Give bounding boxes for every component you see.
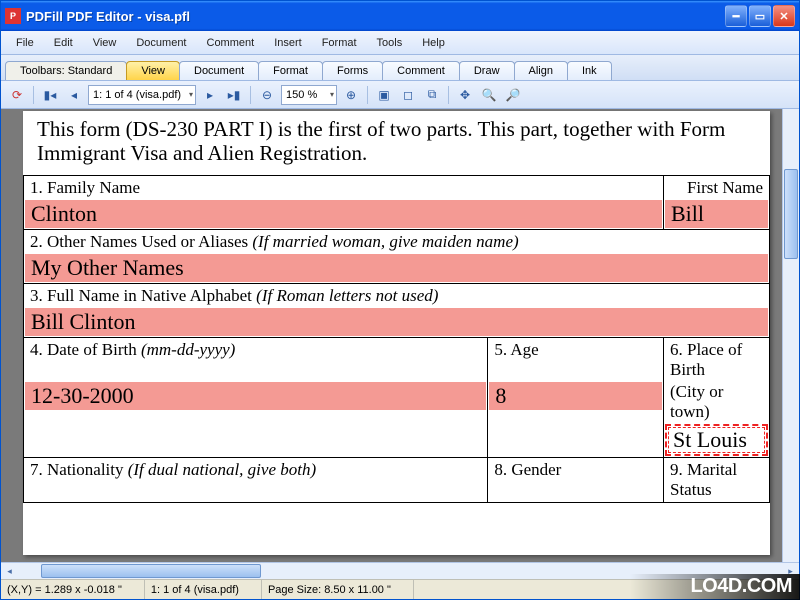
tab-align[interactable]: Align: [514, 61, 568, 80]
toolbar-tabs: Toolbars: Standard View Document Format …: [1, 55, 799, 81]
toolbar-row: ⟳ ▮◂ ◂ 1: 1 of 4 (visa.pdf)▾ ▸ ▸▮ ⊖ 150 …: [1, 81, 799, 109]
field-native-name[interactable]: Bill Clinton: [25, 308, 768, 336]
label-first-name: First Name: [664, 176, 769, 200]
window-title: PDFill PDF Editor - visa.pfl: [26, 9, 725, 24]
window-titlebar: P PDFill PDF Editor - visa.pfl ━ ▭ ✕: [1, 1, 799, 31]
document-viewport[interactable]: This form (DS-230 PART I) is the first o…: [1, 109, 799, 562]
field-dob[interactable]: 12-30-2000: [25, 382, 486, 410]
menu-edit[interactable]: Edit: [45, 34, 82, 52]
menu-tools[interactable]: Tools: [368, 34, 412, 52]
next-page-icon[interactable]: ▸: [200, 85, 220, 105]
fit-page-icon[interactable]: ▣: [374, 85, 394, 105]
toolbars-label: Toolbars: Standard: [5, 61, 127, 80]
tab-format[interactable]: Format: [258, 61, 323, 80]
close-button[interactable]: ✕: [773, 5, 795, 27]
menu-view[interactable]: View: [84, 34, 126, 52]
menu-comment[interactable]: Comment: [198, 34, 264, 52]
status-size: Page Size: 8.50 x 11.00 ": [262, 580, 414, 599]
label-dob: 4. Date of Birth (mm-dd-yyyy): [24, 338, 487, 362]
menu-insert[interactable]: Insert: [265, 34, 311, 52]
minimize-button[interactable]: ━: [725, 5, 747, 27]
label-family-name: 1. Family Name: [24, 176, 663, 200]
actual-size-icon[interactable]: ⧉: [422, 85, 442, 105]
field-first-name[interactable]: Bill: [665, 200, 768, 228]
fit-width-icon[interactable]: ◻: [398, 85, 418, 105]
last-page-icon[interactable]: ▸▮: [224, 85, 244, 105]
label-pob-sub: (City or town): [664, 382, 769, 424]
tab-draw[interactable]: Draw: [459, 61, 515, 80]
pdf-page: This form (DS-230 PART I) is the first o…: [23, 111, 770, 555]
status-page: 1: 1 of 4 (visa.pdf): [145, 580, 262, 599]
field-age[interactable]: 8: [489, 382, 662, 410]
label-nationality: 7. Nationality (If dual national, give b…: [24, 458, 487, 482]
tab-ink[interactable]: Ink: [567, 61, 612, 80]
first-page-icon[interactable]: ▮◂: [40, 85, 60, 105]
form-intro-text: This form (DS-230 PART I) is the first o…: [23, 111, 770, 175]
refresh-icon[interactable]: ⟳: [7, 85, 27, 105]
pan-icon[interactable]: ✥: [455, 85, 475, 105]
zoom-in-icon[interactable]: ⊕: [341, 85, 361, 105]
status-coords: (X,Y) = 1.289 x -0.018 ": [1, 580, 145, 599]
zoom-out-icon[interactable]: ⊖: [257, 85, 277, 105]
menu-document[interactable]: Document: [127, 34, 195, 52]
field-pob[interactable]: St Louis: [665, 424, 768, 456]
vertical-scrollbar[interactable]: [782, 109, 799, 562]
menu-file[interactable]: File: [7, 34, 43, 52]
scroll-left-icon[interactable]: ◂: [1, 564, 18, 579]
menu-format[interactable]: Format: [313, 34, 366, 52]
label-native-name: 3. Full Name in Native Alphabet (If Roma…: [24, 284, 769, 308]
label-marital: 9. Marital Status: [664, 458, 769, 502]
label-pob: 6. Place of Birth: [664, 338, 769, 382]
app-icon: P: [5, 8, 21, 24]
zoom-area-in-icon[interactable]: 🔍: [479, 85, 499, 105]
label-gender: 8. Gender: [488, 458, 663, 482]
watermark: LO4D.COM: [690, 575, 792, 598]
label-other-names: 2. Other Names Used or Aliases (If marri…: [24, 230, 769, 254]
scrollbar-thumb[interactable]: [784, 169, 798, 259]
tab-comment[interactable]: Comment: [382, 61, 460, 80]
hscroll-thumb[interactable]: [41, 564, 261, 578]
menu-bar: File Edit View Document Comment Insert F…: [1, 31, 799, 55]
tab-document[interactable]: Document: [179, 61, 259, 80]
field-family-name[interactable]: Clinton: [25, 200, 662, 228]
zoom-selector[interactable]: 150 %▾: [281, 85, 337, 105]
maximize-button[interactable]: ▭: [749, 5, 771, 27]
page-selector[interactable]: 1: 1 of 4 (visa.pdf)▾: [88, 85, 196, 105]
prev-page-icon[interactable]: ◂: [64, 85, 84, 105]
tab-view[interactable]: View: [126, 61, 180, 80]
menu-help[interactable]: Help: [413, 34, 454, 52]
tab-forms[interactable]: Forms: [322, 61, 383, 80]
label-age: 5. Age: [488, 338, 663, 362]
zoom-area-out-icon[interactable]: 🔎: [503, 85, 523, 105]
field-other-names[interactable]: My Other Names: [25, 254, 768, 282]
